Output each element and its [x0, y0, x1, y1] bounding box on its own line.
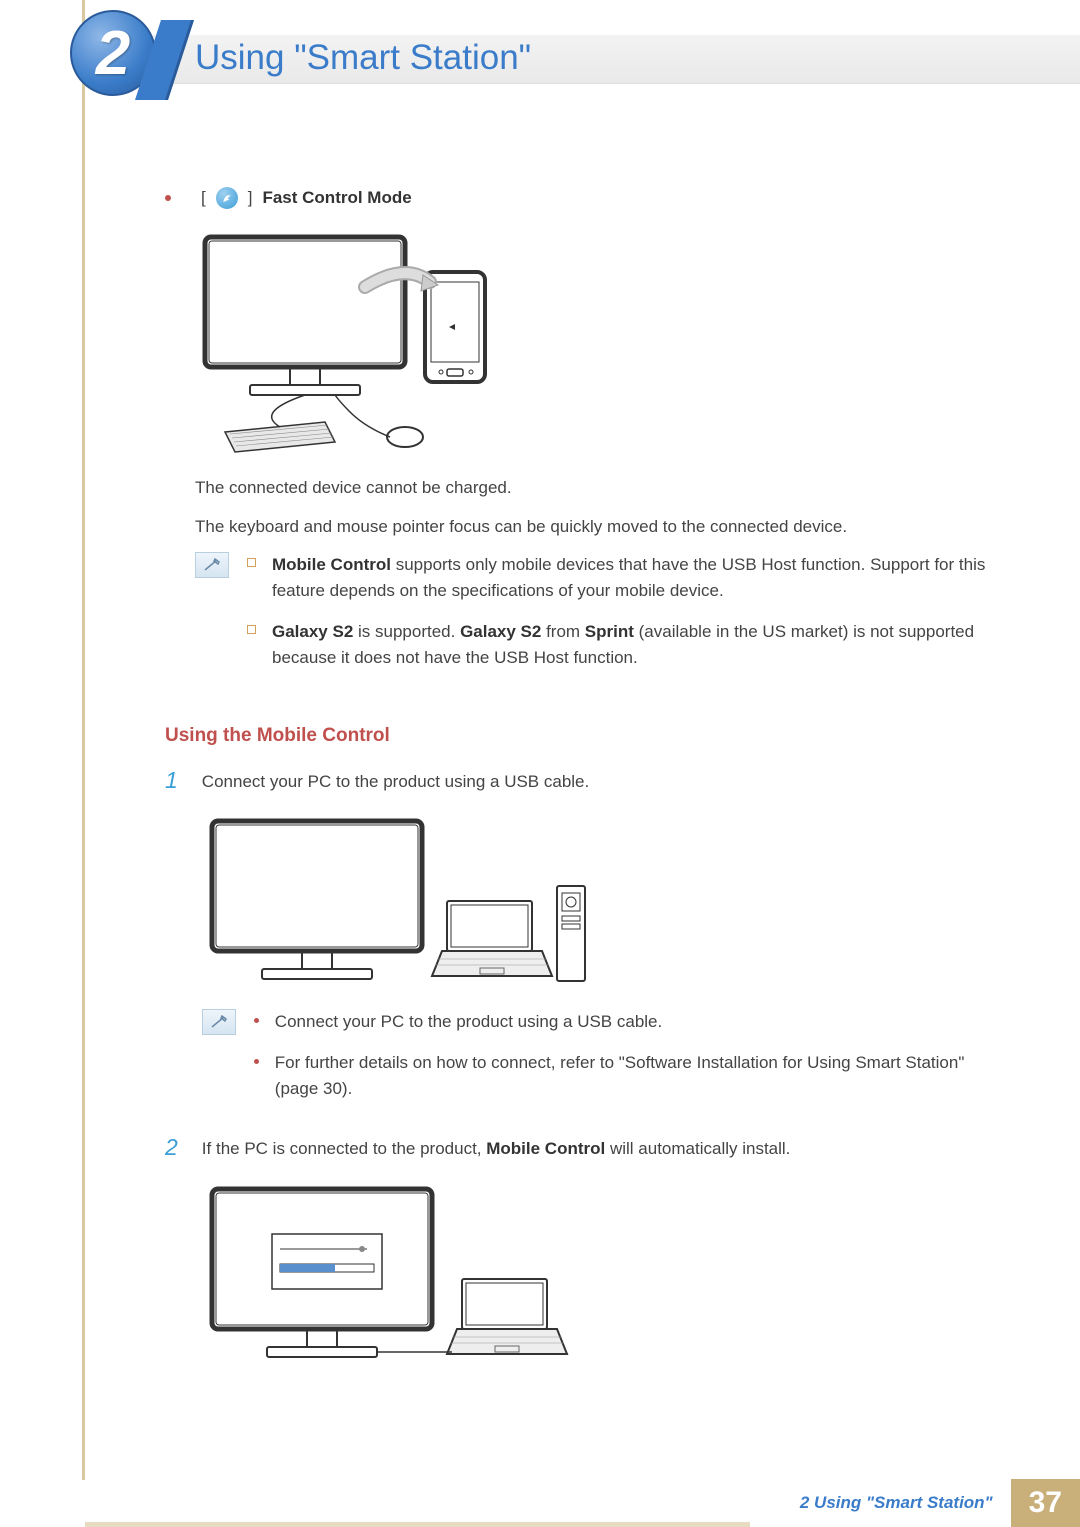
- bracket-open: [: [201, 185, 206, 211]
- illustration-fast-control: [195, 227, 1000, 457]
- step2-post: will automatically install.: [605, 1139, 790, 1158]
- note2-mid2: from: [541, 622, 584, 641]
- step1-text: Connect your PC to the product using a U…: [202, 769, 1000, 795]
- footer-accent-bar: [85, 1522, 750, 1527]
- note-item: Connect your PC to the product using a U…: [254, 1009, 1000, 1035]
- note-icon: [202, 1009, 236, 1035]
- step-number: 2: [165, 1136, 178, 1396]
- section-heading: Using the Mobile Control: [165, 721, 1000, 750]
- note-item: For further details on how to connect, r…: [254, 1050, 1000, 1103]
- footer-chapter-label: 2 Using "Smart Station": [782, 1479, 1011, 1527]
- bracket-close: ]: [248, 185, 253, 211]
- fast-control-icon: [216, 187, 238, 209]
- step2-pre: If the PC is connected to the product,: [202, 1139, 486, 1158]
- note-icon: [195, 552, 229, 578]
- mode-desc-2: The keyboard and mouse pointer focus can…: [195, 514, 1000, 540]
- note-block-1: Mobile Control supports only mobile devi…: [195, 552, 1000, 685]
- mode-heading-row: [ ] Fast Control Mode: [165, 185, 1000, 211]
- bullet-dot-icon: [165, 195, 171, 201]
- note2-bold3: Sprint: [585, 622, 634, 641]
- note-block-step1: Connect your PC to the product using a U…: [202, 1009, 1000, 1116]
- illustration-connect-pc: [202, 811, 1000, 991]
- step1-note-a: Connect your PC to the product using a U…: [275, 1009, 662, 1035]
- page-content: [ ] Fast Control Mode: [165, 185, 1000, 1411]
- note2-bold2: Galaxy S2: [460, 622, 541, 641]
- note1-bold: Mobile Control: [272, 555, 391, 574]
- left-accent-bar: [82, 0, 85, 1480]
- square-bullet-icon: [247, 625, 256, 634]
- page-footer: 2 Using "Smart Station" 37: [782, 1479, 1080, 1527]
- step-1: 1 Connect your PC to the product using a…: [165, 769, 1000, 1116]
- footer-page-number: 37: [1011, 1479, 1080, 1527]
- note2-mid1: is supported.: [353, 622, 460, 641]
- step-number: 1: [165, 769, 178, 1116]
- step1-note-b: For further details on how to connect, r…: [275, 1050, 1000, 1103]
- chapter-slash-decor: [148, 20, 178, 100]
- note-item: Galaxy S2 is supported. Galaxy S2 from S…: [247, 619, 1000, 672]
- illustration-install: [202, 1179, 1000, 1379]
- bullet-dot-icon: [254, 1018, 259, 1023]
- step2-bold: Mobile Control: [486, 1139, 605, 1158]
- step-2: 2 If the PC is connected to the product,…: [165, 1136, 1000, 1396]
- chapter-title: Using "Smart Station": [195, 38, 531, 78]
- chapter-number: 2: [96, 18, 130, 89]
- bullet-dot-icon: [254, 1059, 259, 1064]
- note-item: Mobile Control supports only mobile devi…: [247, 552, 1000, 605]
- mode-name: Fast Control Mode: [262, 185, 411, 211]
- step2-text: If the PC is connected to the product, M…: [202, 1136, 1000, 1162]
- note2-bold1: Galaxy S2: [272, 622, 353, 641]
- mode-desc-1: The connected device cannot be charged.: [195, 475, 1000, 501]
- square-bullet-icon: [247, 558, 256, 567]
